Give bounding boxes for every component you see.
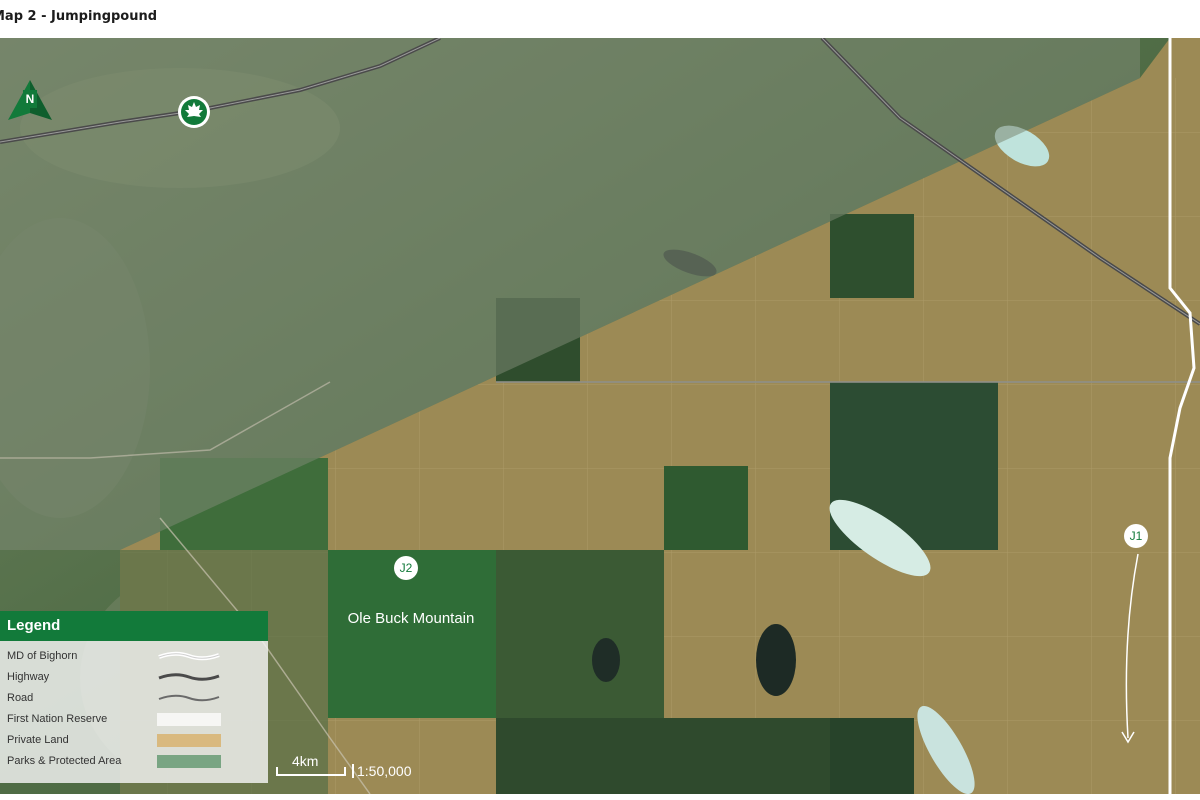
highway-line-symbol xyxy=(158,673,220,681)
legend-item-first-nation-reserve: First Nation Reserve xyxy=(7,710,262,728)
scale-bar-line xyxy=(276,767,346,776)
parks-protected-area-swatch xyxy=(157,755,221,768)
site-marker-j2[interactable]: J2 xyxy=(394,556,418,580)
legend-label: Parks & Protected Area xyxy=(7,755,122,767)
north-letter: N xyxy=(23,90,37,108)
private-land-swatch xyxy=(157,734,221,747)
page-title: Map 2 - Jumpingpound xyxy=(0,9,158,24)
site-marker-j1[interactable]: J1 xyxy=(1124,524,1148,548)
legend-label: First Nation Reserve xyxy=(7,713,108,725)
legend-item-parks-protected-area: Parks & Protected Area xyxy=(7,752,262,770)
legend-label: Highway xyxy=(7,671,50,683)
first-nation-reserve-swatch xyxy=(157,713,221,726)
legend-item-highway: Highway xyxy=(7,668,262,686)
scale-ratio: 1:50,000 xyxy=(352,764,412,778)
legend-item-md-of-bighorn: MD of Bighorn xyxy=(7,647,262,665)
legend-item-private-land: Private Land xyxy=(7,731,262,749)
place-label-ole-buck-mountain: Ole Buck Mountain xyxy=(347,610,475,627)
legend-item-road: Road xyxy=(7,689,262,707)
legend: Legend MD of Bighorn Highway Road First … xyxy=(0,611,268,783)
road-line-symbol xyxy=(158,694,220,702)
boundary-line-symbol xyxy=(158,651,220,661)
legend-label: Road xyxy=(7,692,34,704)
legend-label: Private Land xyxy=(7,734,69,746)
scale-bar: 4km 1:50,000 xyxy=(276,753,426,783)
trans-canada-maple-leaf-icon xyxy=(178,96,210,128)
legend-title: Legend xyxy=(0,611,268,641)
legend-label: MD of Bighorn xyxy=(7,650,78,662)
